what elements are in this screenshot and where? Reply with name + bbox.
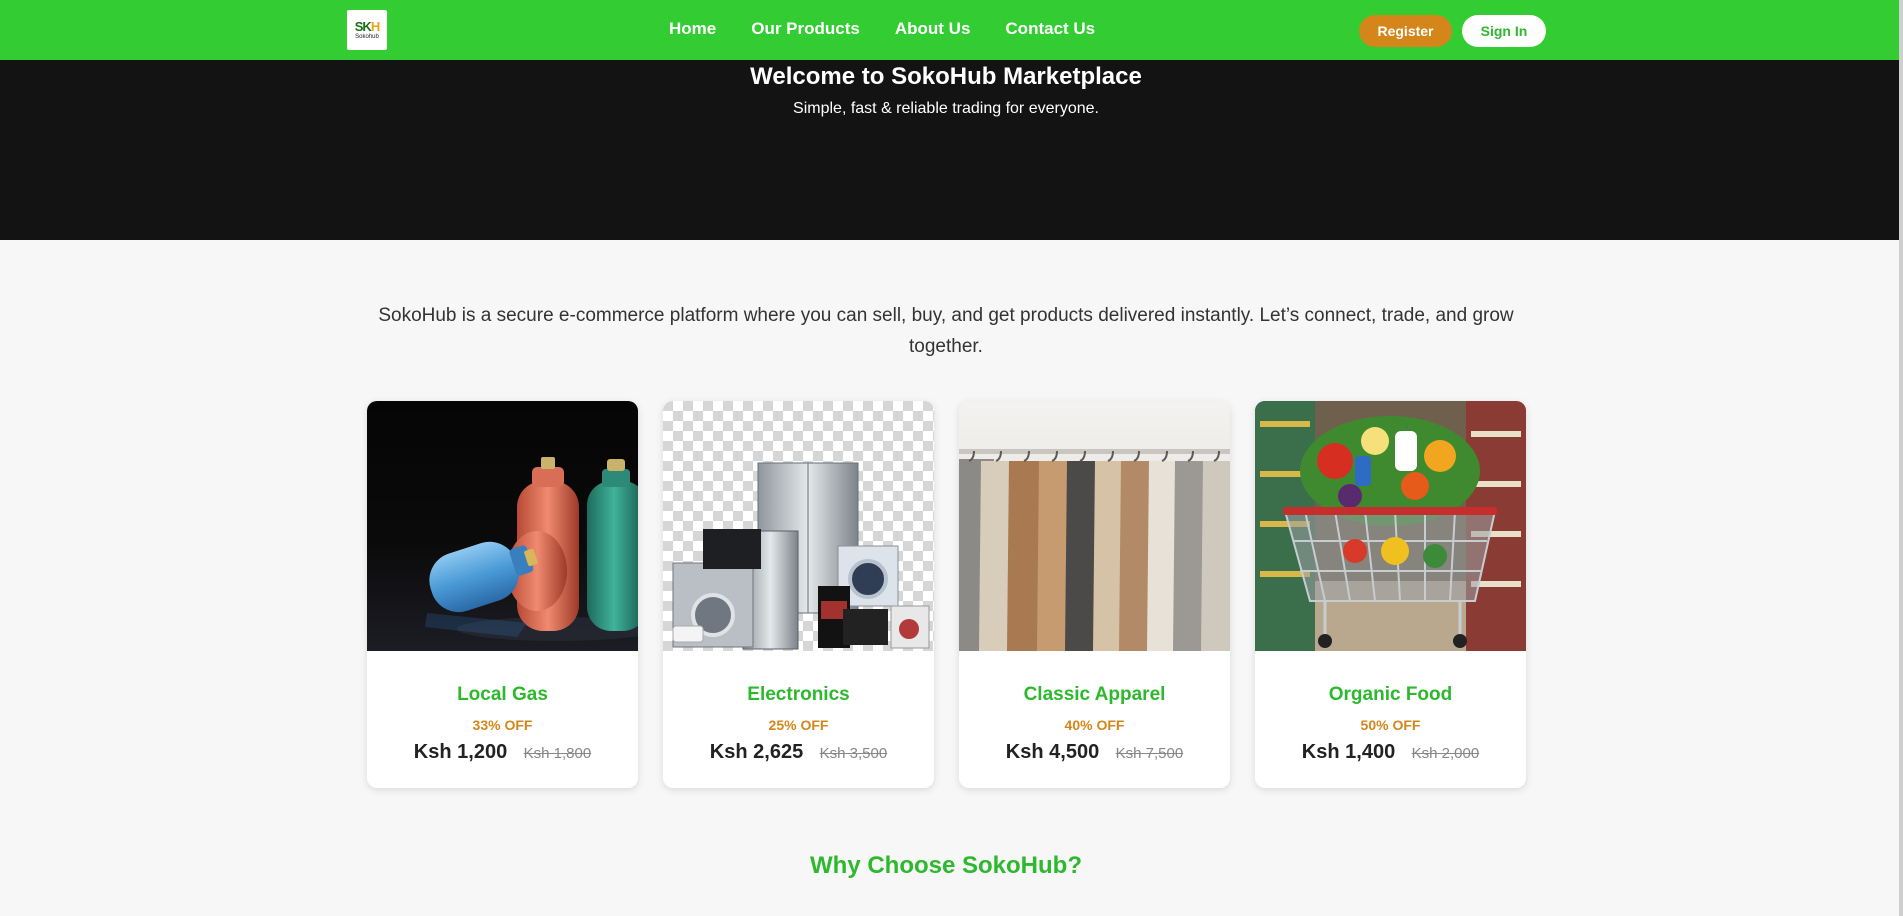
original-price: Ksh 2,000 (1411, 745, 1480, 762)
current-price: Ksh 4,500 (1005, 741, 1100, 763)
home-appliances-image (663, 401, 934, 651)
product-title: Local Gas (457, 684, 548, 705)
current-price: Ksh 1,400 (1301, 741, 1396, 763)
original-price: Ksh 7,500 (1115, 745, 1184, 762)
nav-our-products-link[interactable]: Our Products (751, 19, 860, 39)
sign-in-button[interactable]: Sign In (1462, 15, 1546, 47)
price-row: Ksh 1,200 Ksh 1,800 (367, 741, 638, 764)
hero-subtitle: Simple, fast & reliable trading for ever… (793, 100, 1099, 117)
original-price: Ksh 1,800 (523, 745, 592, 762)
intro-paragraph: SokoHub is a secure e-commerce platform … (378, 305, 1514, 357)
original-price: Ksh 3,500 (819, 745, 888, 762)
discount-badge: 33% OFF (472, 717, 533, 733)
hero-title: Welcome to SokoHub Marketplace (750, 63, 1142, 90)
product-title: Organic Food (1328, 684, 1453, 705)
nav-contact-us-link[interactable]: Contact Us (1005, 19, 1095, 39)
product-card[interactable]: Organic Food 50% OFF Ksh 1,400 Ksh 2,000 (1255, 401, 1526, 788)
price-row: Ksh 1,400 Ksh 2,000 (1255, 741, 1526, 764)
logo-mark: SKH (354, 18, 381, 34)
logo-text: Sokohub (355, 33, 379, 40)
sokohub-logo[interactable]: SKH Sokohub (347, 10, 387, 50)
price-row: Ksh 2,625 Ksh 3,500 (663, 741, 934, 764)
product-title: Electronics (747, 684, 850, 705)
product-card[interactable]: Local Gas 33% OFF Ksh 1,200 Ksh 1,800 (367, 401, 638, 788)
current-price: Ksh 1,200 (413, 741, 508, 763)
discount-badge: 50% OFF (1360, 717, 1421, 733)
hero-banner: Welcome to SokoHub Marketplace Simple, f… (0, 60, 1899, 240)
product-card[interactable]: Electronics 25% OFF Ksh 2,625 Ksh 3,500 (663, 401, 934, 788)
grocery-cart-image (1255, 401, 1526, 651)
page-scrollbar[interactable] (1899, 0, 1903, 916)
register-button[interactable]: Register (1359, 15, 1452, 47)
why-choose-heading: Why Choose SokoHub? (810, 852, 1082, 879)
price-row: Ksh 4,500 Ksh 7,500 (959, 741, 1230, 764)
nav-home-link[interactable]: Home (669, 19, 716, 39)
main-nav: Home Our Products About Us Contact Us (669, 19, 1130, 39)
nav-about-us-link[interactable]: About Us (895, 19, 971, 39)
product-title: Classic Apparel (1023, 684, 1166, 705)
product-card[interactable]: Classic Apparel 40% OFF Ksh 4,500 Ksh 7,… (959, 401, 1230, 788)
current-price: Ksh 2,625 (709, 741, 804, 763)
clothing-rack-image (959, 401, 1230, 651)
discount-badge: 40% OFF (1064, 717, 1125, 733)
discount-badge: 25% OFF (768, 717, 829, 733)
gas-cylinders-image (367, 401, 638, 651)
top-navbar: SKH Sokohub Home Our Products About Us C… (0, 0, 1899, 60)
